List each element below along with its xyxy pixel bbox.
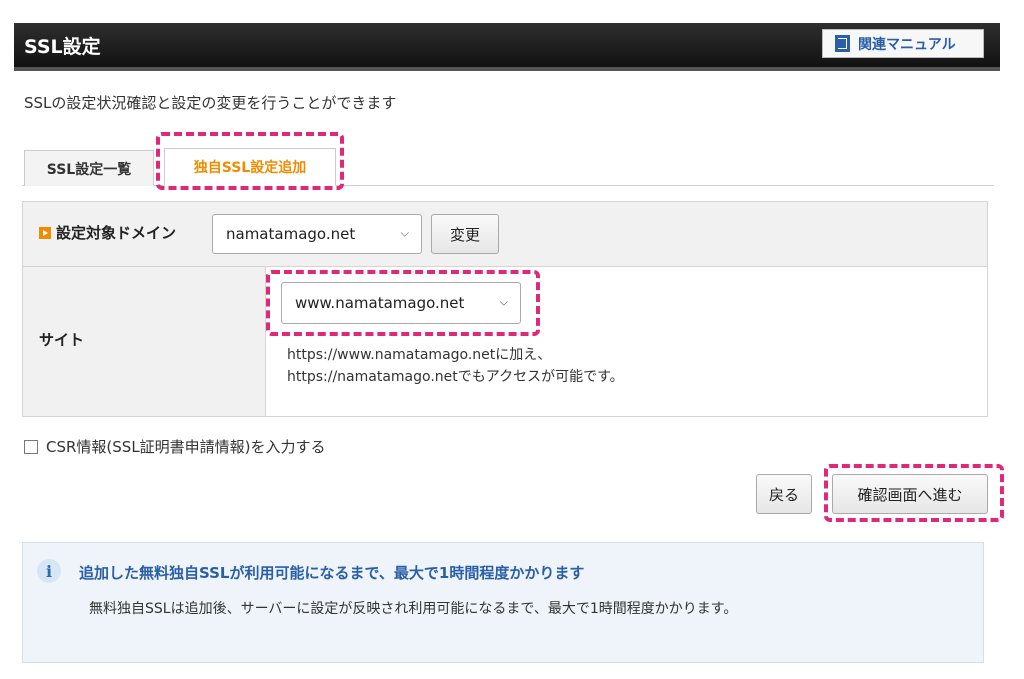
info-title: 追加した無料独自SSLが利用可能になるまで、最大で1時間程度かかります — [79, 564, 585, 582]
domain-label: 設定対象ドメイン — [39, 222, 176, 243]
chevron-down-icon: ⌵ — [400, 226, 409, 240]
site-label-cell: サイト — [23, 267, 266, 416]
back-button[interactable]: 戻る — [756, 474, 812, 514]
related-manual-button[interactable]: 関連マニュアル — [822, 29, 984, 58]
domain-select[interactable]: namatamago.net ⌵ — [212, 214, 422, 254]
page-header: SSL設定 関連マニュアル — [14, 23, 1000, 71]
info-notice: i 追加した無料独自SSLが利用可能になるまで、最大で1時間程度かかります 無料… — [22, 542, 984, 663]
info-icon: i — [37, 559, 61, 583]
book-icon — [835, 35, 850, 52]
site-note-line-2: https://namatamago.netでもアクセスが可能です。 — [287, 369, 624, 385]
domain-select-value: namatamago.net — [226, 225, 356, 243]
highlight-tab-add-ssl — [156, 132, 344, 190]
tab-ssl-list[interactable]: SSL設定一覧 — [24, 150, 154, 186]
highlight-site-select — [266, 270, 540, 336]
highlight-confirm-button — [824, 464, 1004, 522]
page-description: SSLの設定状況確認と設定の変更を行うことができます — [24, 94, 397, 112]
info-body: 無料独自SSLは追加後、サーバーに設定が反映され利用可能になるまで、最大で1時間… — [89, 601, 738, 617]
site-note-line-1: https://www.namatamago.netに加え、 — [287, 347, 552, 363]
related-manual-label: 関連マニュアル — [858, 36, 956, 53]
site-note: https://www.namatamago.netに加え、 https://n… — [287, 344, 624, 388]
domain-row: 設定対象ドメイン namatamago.net ⌵ 変更 — [23, 202, 987, 267]
site-label: サイト — [39, 331, 85, 349]
arrow-marker-icon — [39, 226, 51, 239]
csr-checkbox[interactable] — [24, 439, 38, 454]
csr-checkbox-row[interactable]: CSR情報(SSL証明書申請情報)を入力する — [24, 436, 326, 457]
domain-label-text: 設定対象ドメイン — [56, 224, 177, 242]
page-title: SSL設定 — [24, 36, 101, 58]
csr-checkbox-label: CSR情報(SSL証明書申請情報)を入力する — [46, 438, 326, 456]
change-domain-button[interactable]: 変更 — [431, 214, 499, 254]
